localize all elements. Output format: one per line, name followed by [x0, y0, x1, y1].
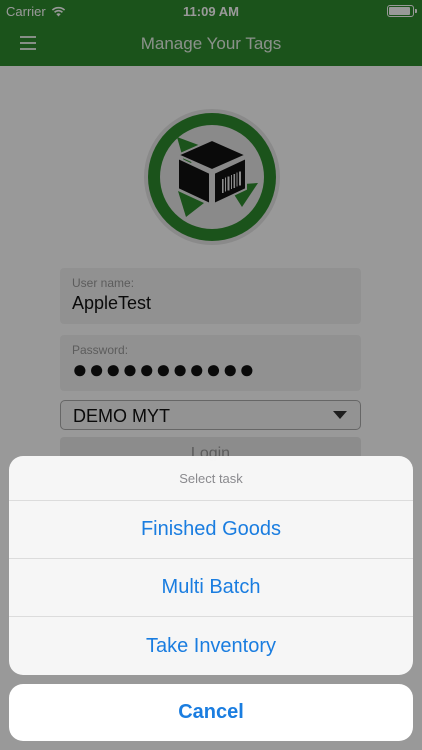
cancel-button[interactable]: Cancel	[9, 684, 413, 741]
action-take-inventory[interactable]: Take Inventory	[9, 617, 413, 675]
action-sheet-title: Select task	[9, 456, 413, 501]
action-multi-batch[interactable]: Multi Batch	[9, 559, 413, 617]
action-finished-goods[interactable]: Finished Goods	[9, 501, 413, 559]
action-sheet: Select task Finished Goods Multi Batch T…	[9, 456, 413, 675]
app-screen: Carrier 11:09 AM Manage Your Tags User n…	[0, 0, 422, 750]
